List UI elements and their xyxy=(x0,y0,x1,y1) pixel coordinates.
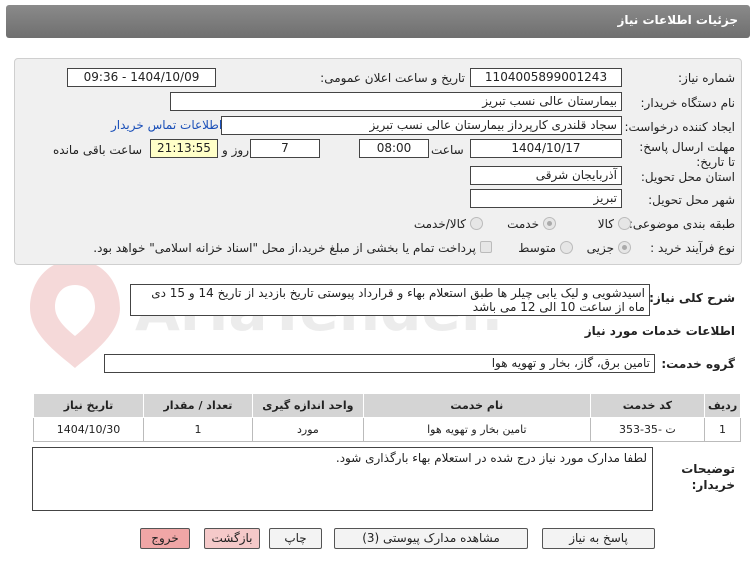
days-remaining-field: 7 xyxy=(250,139,320,158)
deadline-date-field: 1404/10/17 xyxy=(470,139,622,158)
cell-service-name: تامین بخار و تهویه هوا xyxy=(362,417,591,442)
description-field: اسیدشویی و لیک یابی چیلر ها طبق استعلام … xyxy=(130,284,650,316)
province-field: آذربایجان شرقی xyxy=(470,166,622,185)
deadline-time-label: ساعت xyxy=(431,143,464,157)
deadline-label: مهلت ارسال پاسخ: تا تاریخ: xyxy=(639,140,735,169)
process-label: نوع فرآیند خرید : xyxy=(650,241,735,255)
city-field: تبریز xyxy=(470,189,622,208)
col-quantity: تعداد / مقدار xyxy=(143,393,253,418)
treasury-payment-text: پرداخت تمام یا بخشی از مبلغ خرید،از محل … xyxy=(93,241,476,255)
services-section-title: اطلاعات خدمات مورد نیاز xyxy=(584,324,735,338)
treasury-payment-checkbox[interactable] xyxy=(480,241,492,253)
time-remaining-field: 21:13:55 xyxy=(150,139,218,158)
process-option-medium: متوسط xyxy=(518,241,556,255)
col-row: ردیف xyxy=(704,393,741,418)
process-option-minor: جزیی xyxy=(586,241,614,255)
buyer-contact-link[interactable]: اطلاعات تماس خریدار xyxy=(111,118,222,132)
reply-button[interactable]: پاسخ به نیاز xyxy=(542,528,655,549)
print-button[interactable]: چاپ xyxy=(269,528,322,549)
creator-field: سجاد قلندری کارپرداز بیمارستان عالی نسب … xyxy=(221,116,622,135)
category-option-goods-service: کالا/خدمت xyxy=(413,217,466,231)
buyer-label: نام دستگاه خریدار: xyxy=(640,96,736,110)
creator-label: ایجاد کننده درخواست: xyxy=(624,120,735,134)
cell-need-date: 1404/10/30 xyxy=(32,417,145,442)
view-attachments-button[interactable]: مشاهده مدارک پیوستی (3) xyxy=(334,528,528,549)
days-label: روز و xyxy=(222,143,249,157)
service-group-label: گروه خدمت: xyxy=(661,357,735,371)
service-group-field: تامین برق، گاز، بخار و تهویه هوا xyxy=(104,354,655,373)
cell-service-code: ت -35-353 xyxy=(589,417,706,442)
announce-datetime-field: 1404/10/09 - 09:36 xyxy=(67,68,216,87)
col-need-date: تاریخ نیاز xyxy=(32,393,145,418)
back-button[interactable]: بازگشت xyxy=(204,528,260,549)
page-header: جزئیات اطلاعات نیاز xyxy=(6,5,750,38)
cell-row: 1 xyxy=(704,417,741,442)
process-radio-minor[interactable] xyxy=(618,241,631,254)
need-number-field: 1104005899001243 xyxy=(470,68,622,87)
category-option-service: خدمت xyxy=(507,217,539,231)
exit-button[interactable]: خروج xyxy=(140,528,190,549)
notes-label: توضیحات خریدار: xyxy=(681,462,735,492)
announce-label: تاریخ و ساعت اعلان عمومی: xyxy=(320,71,465,85)
category-radio-service[interactable] xyxy=(543,217,556,230)
services-table: ردیف کد خدمت نام خدمت واحد اندازه گیری ت… xyxy=(32,393,741,442)
category-radio-goods-service[interactable] xyxy=(470,217,483,230)
category-label: طبقه بندی موضوعی: xyxy=(628,217,735,231)
col-service-name: نام خدمت xyxy=(362,393,591,418)
process-radio-medium[interactable] xyxy=(560,241,573,254)
need-number-label: شماره نیاز: xyxy=(678,71,735,85)
cell-quantity: 1 xyxy=(143,417,253,442)
need-info-panel xyxy=(14,58,742,265)
table-row: 1 ت -35-353 تامین بخار و تهویه هوا مورد … xyxy=(32,417,741,442)
buyer-field: بیمارستان عالی نسب تبریز xyxy=(170,92,622,111)
description-label: شرح کلی نیاز: xyxy=(649,291,735,305)
col-service-code: کد خدمت xyxy=(589,393,706,418)
notes-field: لطفا مدارک مورد نیاز درج شده در استعلام … xyxy=(32,447,653,511)
table-header-row: ردیف کد خدمت نام خدمت واحد اندازه گیری ت… xyxy=(32,393,741,418)
cell-unit: مورد xyxy=(251,417,364,442)
deadline-time-field: 08:00 xyxy=(359,139,429,158)
category-option-goods: کالا xyxy=(597,217,614,231)
city-label: شهر محل تحویل: xyxy=(648,193,735,207)
province-label: استان محل تحویل: xyxy=(640,170,735,184)
time-remaining-label: ساعت باقی مانده xyxy=(53,143,143,157)
page-title: جزئیات اطلاعات نیاز xyxy=(617,13,738,27)
category-radio-goods[interactable] xyxy=(618,217,631,230)
col-unit: واحد اندازه گیری xyxy=(251,393,364,418)
